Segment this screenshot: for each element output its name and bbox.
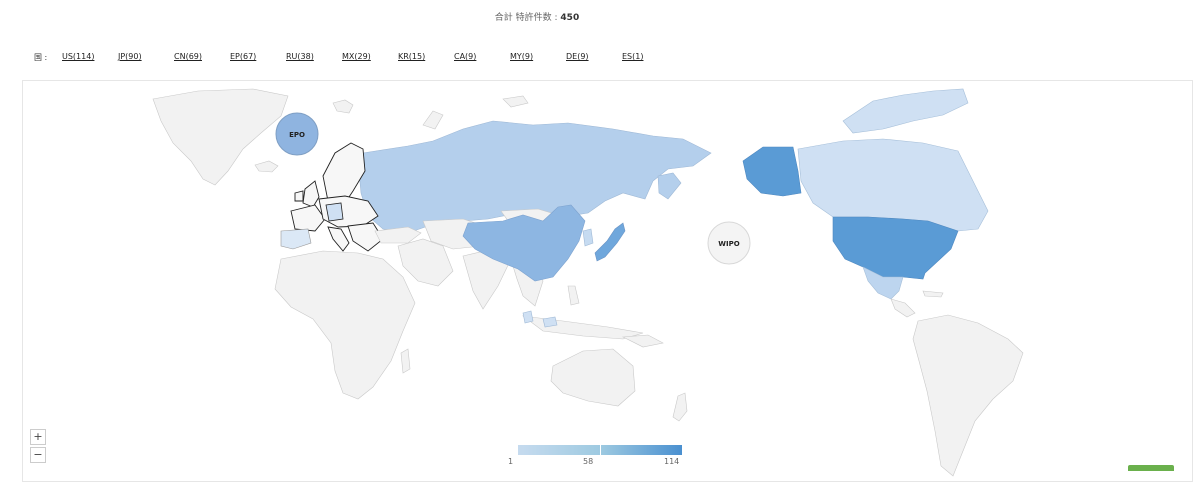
region-philippines[interactable]	[567, 285, 580, 306]
country-link-ca[interactable]: CA(9)	[454, 52, 476, 61]
region-russia-kamchatka[interactable]	[657, 172, 682, 200]
total-patent-count: 合計 特許件数 : 450	[0, 10, 1074, 23]
zoom-in-button[interactable]: +	[30, 429, 46, 445]
country-link-es[interactable]: ES(1)	[622, 52, 643, 61]
region-japan[interactable]	[594, 222, 626, 262]
region-usa[interactable]	[832, 216, 959, 280]
zoom-out-button[interactable]: −	[30, 447, 46, 463]
country-link-us[interactable]: US(114)	[62, 52, 94, 61]
region-spain[interactable]	[280, 228, 312, 250]
country-link-jp[interactable]: JP(90)	[118, 52, 142, 61]
country-link-mx[interactable]: MX(29)	[342, 52, 371, 61]
country-link-de[interactable]: DE(9)	[566, 52, 589, 61]
color-legend-bar	[518, 445, 682, 455]
region-france[interactable]	[290, 204, 326, 232]
country-link-my[interactable]: MY(9)	[510, 52, 533, 61]
region-australia[interactable]	[550, 348, 636, 407]
country-link-kr[interactable]: KR(15)	[398, 52, 425, 61]
feedback-tab[interactable]	[1128, 465, 1174, 471]
map-canvas[interactable]: EPO WIPO	[23, 81, 1192, 481]
region-central-america[interactable]	[890, 298, 916, 318]
country-link-cn[interactable]: CN(69)	[174, 52, 202, 61]
region-madagascar[interactable]	[400, 348, 411, 374]
legend-max: 114	[664, 457, 680, 466]
region-canada[interactable]	[797, 138, 989, 232]
region-novaya-zemlya[interactable]	[422, 110, 444, 130]
region-canada-arctic[interactable]	[842, 88, 969, 134]
region-alaska[interactable]	[742, 146, 802, 197]
region-caribbean[interactable]	[922, 290, 944, 298]
region-severnaya[interactable]	[502, 95, 529, 108]
region-germany[interactable]	[325, 202, 344, 222]
region-korea[interactable]	[582, 228, 594, 247]
legend-min: 1	[508, 457, 514, 466]
legend-mid: 58	[583, 457, 594, 466]
country-link-ru[interactable]: RU(38)	[286, 52, 314, 61]
region-new-guinea[interactable]	[621, 334, 664, 348]
bubble-wipo-label: WIPO	[718, 240, 739, 248]
total-value: 450	[560, 13, 580, 23]
region-indonesia[interactable]	[521, 315, 644, 340]
total-label: 合計 特許件数 :	[494, 13, 558, 23]
region-iceland[interactable]	[254, 160, 279, 173]
region-italy[interactable]	[327, 226, 350, 252]
region-uk[interactable]	[302, 180, 320, 208]
region-new-zealand[interactable]	[672, 392, 688, 422]
region-south-america[interactable]	[912, 314, 1024, 477]
world-map[interactable]: EPO WIPO	[22, 80, 1193, 482]
region-ireland[interactable]	[294, 190, 304, 202]
country-link-ep[interactable]: EP(67)	[230, 52, 256, 61]
country-filter-label: 国 :	[34, 53, 48, 62]
region-africa[interactable]	[274, 250, 416, 400]
bubble-epo-label: EPO	[289, 131, 305, 139]
region-svalbard[interactable]	[332, 99, 354, 114]
